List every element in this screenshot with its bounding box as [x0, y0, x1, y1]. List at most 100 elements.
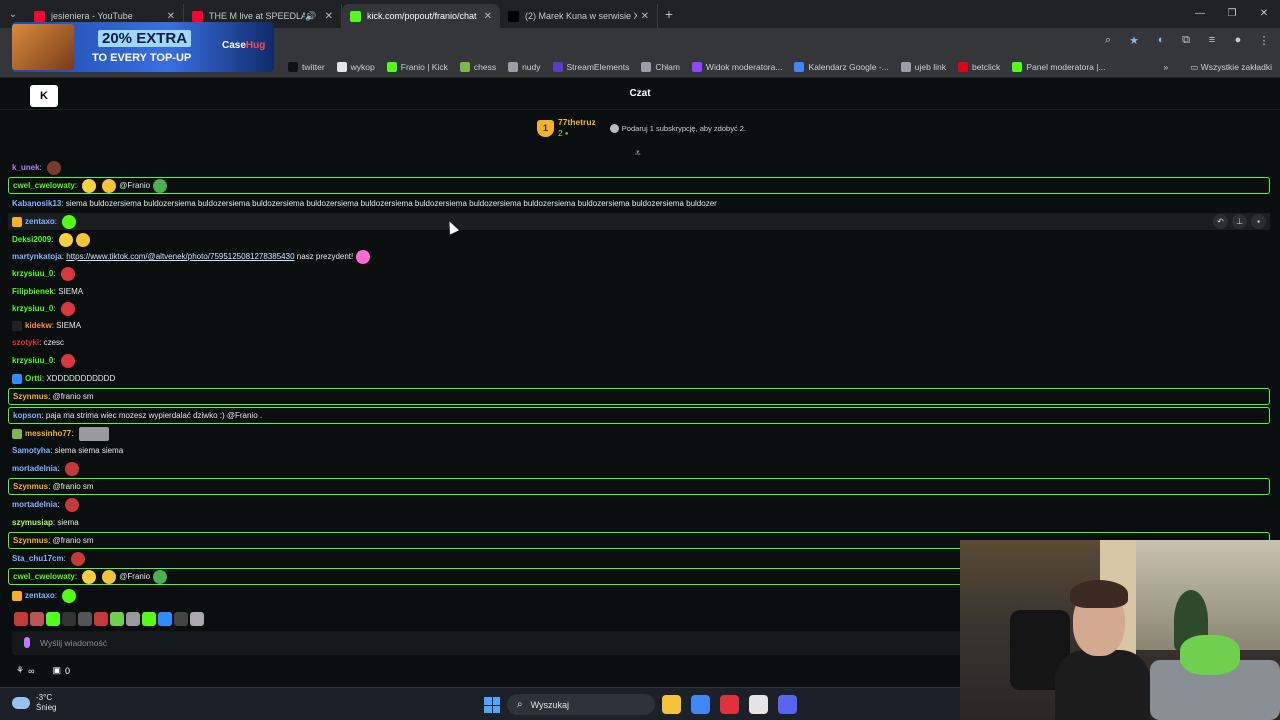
emote-icon[interactable]	[64, 461, 79, 476]
emote-icon[interactable]	[153, 178, 168, 193]
app-icon[interactable]	[749, 695, 768, 714]
chat-message[interactable]: szymusiap: siema	[8, 514, 1270, 531]
bookmark-item[interactable]: Kalendarz Google -...	[794, 61, 889, 72]
taskbar-search[interactable]: ⌕ Wyszukaj	[507, 694, 655, 715]
chat-input[interactable]	[40, 634, 940, 652]
chat-username[interactable]: martynkatoja	[12, 252, 62, 261]
chat-message[interactable]: szotyki: czesc	[8, 334, 1270, 351]
media-icon[interactable]: ≡	[1204, 34, 1220, 47]
chat-username[interactable]: krzysiuu_0	[12, 304, 53, 313]
emote-icon[interactable]	[174, 612, 188, 626]
all-bookmarks-button[interactable]: ▭ Wszystkie zakładki	[1190, 62, 1272, 73]
emote-icon[interactable]	[110, 612, 124, 626]
close-tab-icon[interactable]: ✕	[484, 11, 492, 22]
zoom-icon[interactable]: ⌕	[1100, 34, 1116, 47]
extension-icon[interactable]: ◖	[1152, 34, 1168, 47]
gift-prompt[interactable]: Podaruj 1 subskrypcję, aby zdobyć 2.	[609, 123, 746, 133]
chat-username[interactable]: Filipbienek	[12, 287, 54, 296]
casehug-ad-banner[interactable]: 20% EXTRA TO EVERY TOP-UP CaseHug	[12, 22, 274, 72]
emote-icon[interactable]	[62, 214, 77, 229]
emote-icon[interactable]	[102, 178, 117, 193]
chat-message[interactable]: Filipbienek: SIEMA	[8, 283, 1270, 300]
chat-username[interactable]: Szynmus	[13, 392, 48, 401]
chat-username[interactable]: Kabanosik13	[12, 199, 61, 208]
close-tab-icon[interactable]: ✕	[325, 11, 333, 22]
chat-username[interactable]: messinho77	[25, 429, 71, 438]
emote-icon[interactable]	[60, 301, 75, 316]
scroll-down-icon[interactable]: ⩡	[635, 148, 641, 159]
explorer-icon[interactable]	[662, 695, 681, 714]
emote-icon[interactable]	[14, 612, 28, 626]
bookmark-item[interactable]: betclick	[957, 61, 1000, 72]
emote-icon[interactable]	[356, 249, 371, 264]
points-button[interactable]: ⚘ ∞	[16, 665, 35, 676]
bookmark-item[interactable]: nudy	[508, 61, 541, 72]
emote-icon[interactable]	[153, 569, 168, 584]
bookmark-item[interactable]: wykop	[336, 61, 375, 72]
emote-icon[interactable]	[94, 612, 108, 626]
bookmark-item[interactable]: twitter	[288, 61, 325, 72]
profile-avatar[interactable]: ●	[1230, 34, 1246, 47]
chat-message[interactable]: cwel_cwelowaty: @Franio	[8, 177, 1270, 194]
bookmark-item[interactable]: Widok moderatora...	[691, 61, 782, 72]
chat-message[interactable]: zentaxo: ↶ ⊥ ▪	[8, 213, 1270, 230]
bookmark-item[interactable]: Panel moderatora |...	[1012, 61, 1106, 72]
emote-icon[interactable]	[82, 569, 97, 584]
reply-icon[interactable]: ↶	[1213, 214, 1228, 229]
chat-message[interactable]: Kabanosik13: siema buldozersiema buldoze…	[8, 195, 1270, 212]
chat-username[interactable]: kopson	[13, 411, 41, 420]
chat-message[interactable]: martynkatoja: https://www.tiktok.com/@al…	[8, 248, 1270, 265]
chat-username[interactable]: szymusiap	[12, 518, 53, 527]
chat-message[interactable]: Szynmus: @franio sm	[8, 478, 1270, 495]
gift-button[interactable]: ▣ 0	[53, 665, 71, 676]
chat-message[interactable]: kopson: paja ma strima wiec mozesz wypie…	[8, 407, 1270, 424]
bookmark-star-icon[interactable]: ★	[1126, 34, 1142, 47]
chat-message[interactable]: kidekw: SIEMA	[8, 317, 1270, 334]
chat-message[interactable]: krzysiuu_0:	[8, 352, 1270, 369]
chat-message[interactable]: Ortti: XDDDDDDDDDDD	[8, 370, 1270, 387]
chat-username[interactable]: mortadelnia	[12, 464, 57, 473]
menu-icon[interactable]: ⋮	[1256, 34, 1272, 47]
chat-username[interactable]: Sta_chu17cm	[12, 554, 64, 563]
emote-icon[interactable]	[71, 551, 86, 566]
emote-icon[interactable]	[78, 426, 109, 441]
emote-icon[interactable]	[82, 178, 97, 193]
new-tab-icon[interactable]: +	[658, 6, 680, 22]
chat-username[interactable]: zentaxo	[25, 591, 55, 600]
windows-start-icon[interactable]	[484, 697, 500, 713]
emote-icon[interactable]	[158, 612, 172, 626]
chat-username[interactable]: krzysiuu_0	[12, 356, 53, 365]
emote-icon[interactable]	[46, 612, 60, 626]
emote-icon[interactable]	[30, 612, 44, 626]
close-window-icon[interactable]: ✕	[1248, 0, 1280, 28]
audio-playing-icon[interactable]: 🔊	[305, 11, 316, 22]
chat-username[interactable]: Szynmus	[13, 536, 48, 545]
chat-username[interactable]: zentaxo	[25, 217, 55, 226]
chat-message[interactable]: k_unek:	[8, 159, 1270, 176]
chat-message[interactable]: Deksi2009:	[8, 231, 1270, 248]
emote-icon[interactable]	[102, 569, 117, 584]
chat-message[interactable]: krzysiuu_0:	[8, 300, 1270, 317]
chat-username[interactable]: szotyki	[12, 338, 39, 347]
emote-icon[interactable]	[190, 612, 204, 626]
emote-icon[interactable]	[75, 232, 90, 247]
more-bookmarks-icon[interactable]: »	[1164, 62, 1169, 72]
emote-icon[interactable]	[62, 588, 77, 603]
browser-tab[interactable]: (2) Marek Kuna w serwisie X ✕	[500, 4, 658, 28]
emote-icon[interactable]	[78, 612, 92, 626]
chat-username[interactable]: cwel_cwelowaty	[13, 181, 75, 190]
emote-icon[interactable]	[60, 353, 75, 368]
bookmark-item[interactable]: Franio | Kick	[386, 61, 448, 72]
chrome-icon[interactable]	[691, 695, 710, 714]
chat-message[interactable]: mortadelnia:	[8, 496, 1270, 513]
close-tab-icon[interactable]: ✕	[167, 11, 175, 22]
bookmark-item[interactable]: StreamElements	[552, 61, 629, 72]
chat-message[interactable]: messinho77:	[8, 425, 1270, 442]
chat-username[interactable]: cwel_cwelowaty	[13, 572, 75, 581]
emote-icon[interactable]	[64, 497, 79, 512]
chat-username[interactable]: mortadelnia	[12, 500, 57, 509]
microphone-icon[interactable]	[24, 637, 30, 648]
maximize-icon[interactable]: ❐	[1216, 0, 1248, 28]
emote-icon[interactable]	[62, 612, 76, 626]
bookmark-item[interactable]: chess	[459, 61, 496, 72]
